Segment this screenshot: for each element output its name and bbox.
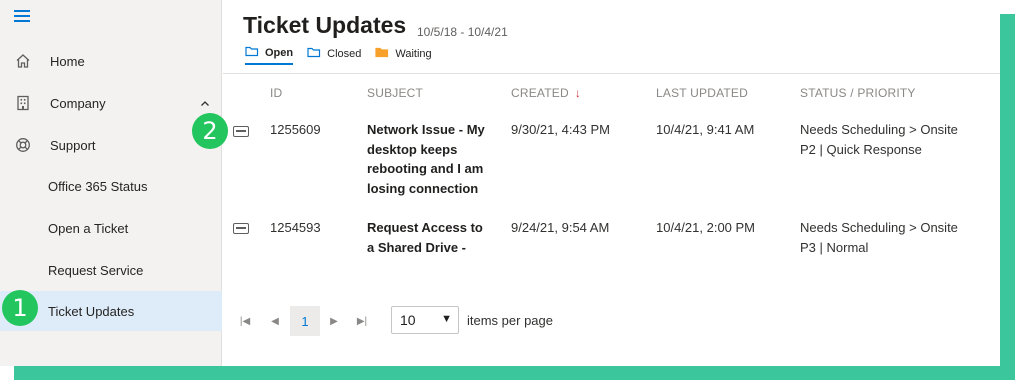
filter-label: Waiting [395, 48, 432, 60]
main-content: Ticket Updates 10/5/18 - 10/4/21 Open Cl… [223, 0, 1000, 366]
column-header-label: CREATED [511, 86, 569, 100]
header-divider [223, 73, 1000, 74]
ticket-status: Needs Scheduling > Onsite [800, 122, 958, 137]
sidebar-item-home[interactable]: Home [0, 41, 222, 81]
filter-label: Closed [327, 48, 362, 60]
filter-open[interactable]: Open [245, 46, 294, 65]
column-header-status-priority[interactable]: STATUS / PRIORITY [800, 86, 916, 100]
ticket-subject[interactable]: Network Issue - My desktop keeps rebooti… [367, 120, 499, 198]
ticket-created: 9/30/21, 4:43 PM [511, 122, 611, 137]
column-header-id[interactable]: ID [270, 86, 282, 100]
ticket-subject[interactable]: Request Access to a Shared Drive - [367, 218, 485, 257]
ticket-updated: 10/4/21, 9:41 AM [656, 122, 755, 137]
status-filters: Open Closed Waiting [245, 46, 432, 65]
folder-icon [307, 47, 321, 61]
sidebar-item-open-a-ticket[interactable]: Open a Ticket [0, 208, 222, 248]
folder-open-icon [245, 46, 259, 60]
page-number-current[interactable]: 1 [290, 306, 320, 336]
chevron-down-icon: ▼ [441, 313, 452, 325]
folder-filled-icon [375, 47, 389, 61]
hamburger-menu-icon[interactable] [14, 10, 30, 24]
home-icon [14, 52, 32, 70]
sidebar-item-request-service[interactable]: Request Service [0, 250, 222, 290]
sidebar-item-office-365-status[interactable]: Office 365 Status [0, 166, 222, 206]
ticket-created: 9/24/21, 9:54 AM [511, 220, 610, 235]
previous-page-icon[interactable]: ◀ [267, 306, 283, 336]
chevron-up-icon[interactable] [200, 97, 210, 107]
page-size-value: 10 [400, 312, 416, 328]
ticket-updated: 10/4/21, 2:00 PM [656, 220, 756, 235]
frame-border-bottom [14, 366, 1015, 380]
first-page-icon[interactable]: |◀ [237, 306, 253, 336]
sidebar-item-label: Company [50, 95, 106, 111]
sidebar-item-label: Request Service [48, 262, 144, 278]
ticket-id: 1254593 [270, 220, 321, 235]
column-header-last-updated[interactable]: LAST UPDATED [656, 86, 748, 100]
step-badge-1: 1 [2, 290, 38, 326]
filter-closed[interactable]: Closed [307, 46, 361, 65]
ticket-priority: P2 | Quick Response [800, 142, 922, 157]
filter-waiting[interactable]: Waiting [375, 46, 432, 65]
sidebar-item-label: Office 365 Status [48, 178, 148, 194]
sidebar-item-label: Ticket Updates [48, 303, 135, 319]
last-page-icon[interactable]: ▶| [354, 306, 370, 336]
ticket-priority: P3 | Normal [800, 240, 869, 255]
ticket-icon[interactable] [233, 223, 249, 234]
ticket-status: Needs Scheduling > Onsite [800, 220, 958, 235]
sidebar-item-label: Support [50, 137, 96, 153]
ticket-id: 1255609 [270, 122, 321, 137]
page-size-select[interactable]: 10 ▼ [391, 306, 459, 334]
sidebar-item-label: Open a Ticket [48, 220, 129, 236]
step-badge-2: 2 [192, 113, 228, 149]
next-page-icon[interactable]: ▶ [326, 306, 342, 336]
ticket-icon[interactable] [233, 126, 249, 137]
sort-descending-icon: ↓ [574, 86, 582, 100]
column-header-created[interactable]: CREATED ↓ [511, 86, 581, 100]
pager: |◀ ◀ 1 ▶ ▶| 10 ▼ items per page [223, 306, 1000, 336]
lifebuoy-icon [14, 136, 32, 154]
frame-border-right [1000, 14, 1015, 380]
filter-label: Open [265, 47, 294, 59]
building-icon [14, 94, 32, 112]
page-title: Ticket Updates [243, 12, 407, 38]
date-range[interactable]: 10/5/18 - 10/4/21 [417, 25, 508, 39]
items-per-page-label: items per page [467, 313, 553, 328]
sidebar-item-company[interactable]: Company [0, 83, 222, 123]
sidebar-item-label: Home [50, 53, 85, 69]
sidebar-item-support[interactable]: Support [0, 125, 222, 165]
column-header-subject[interactable]: SUBJECT [367, 86, 423, 100]
